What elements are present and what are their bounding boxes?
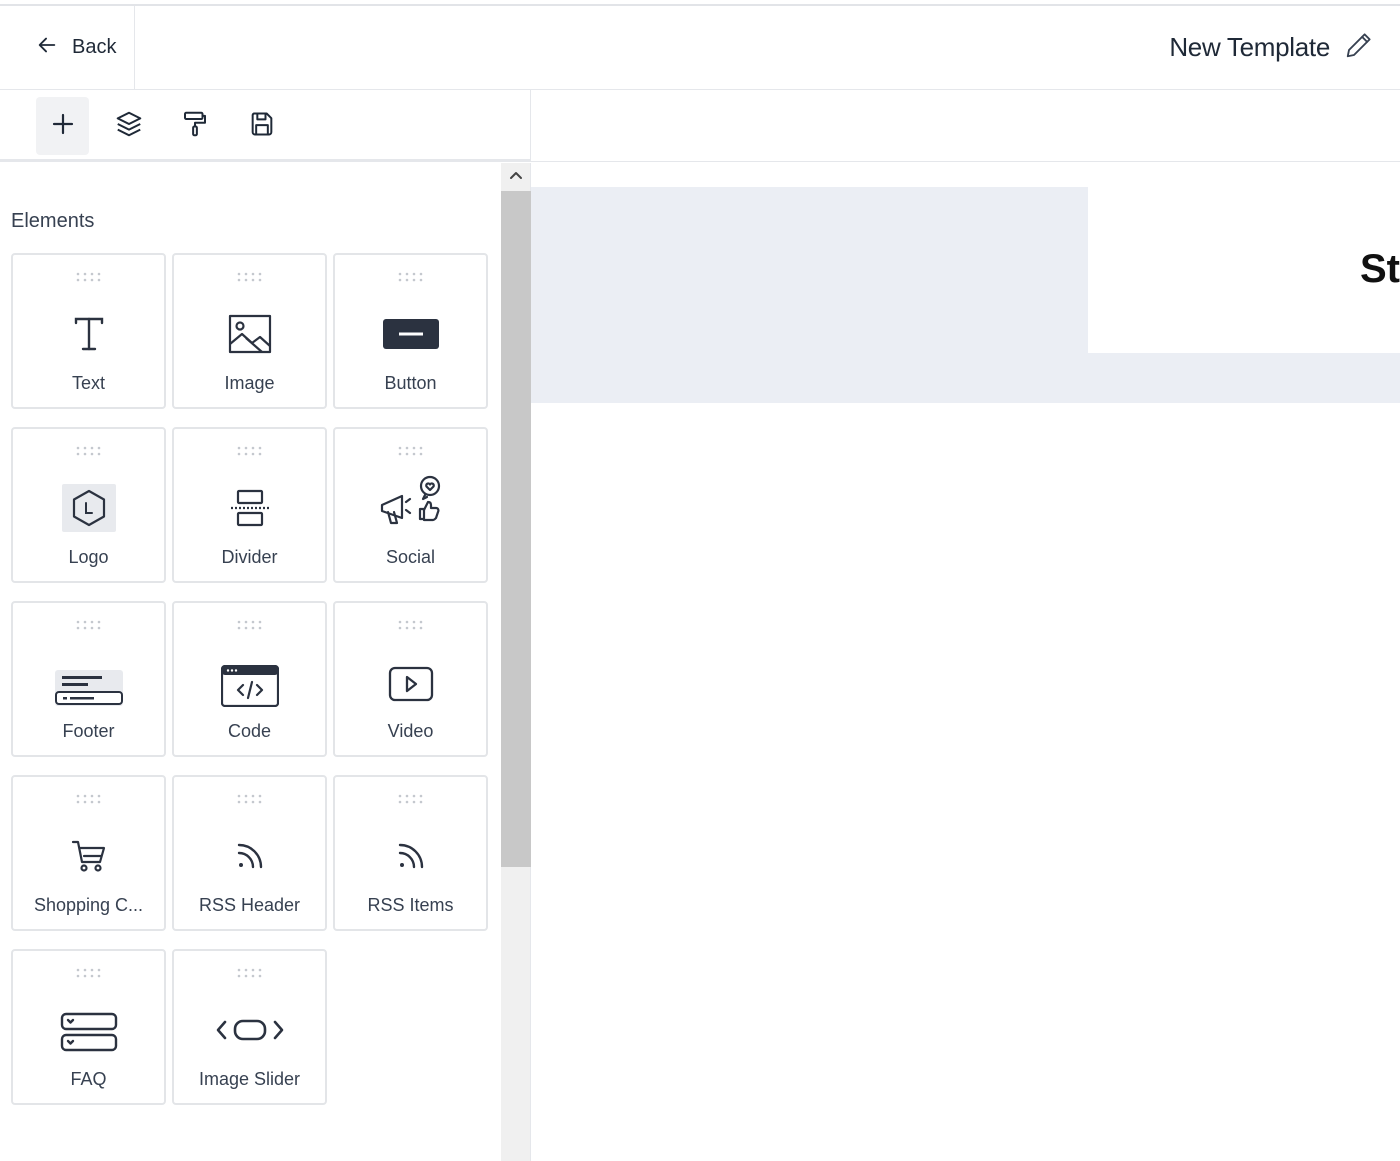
element-tile-faq[interactable]: FAQ — [11, 949, 166, 1105]
element-tile-logo[interactable]: Logo — [11, 427, 166, 583]
floppy-disk-icon — [248, 110, 276, 143]
element-label: Image Slider — [198, 1069, 301, 1089]
layers-icon — [114, 109, 144, 144]
social-icon — [335, 473, 486, 533]
email-canvas[interactable]: St — [531, 163, 1400, 1161]
arrow-left-icon — [36, 34, 58, 61]
back-label: Back — [72, 36, 117, 58]
element-tile-text[interactable]: Text — [11, 253, 166, 409]
text-icon — [13, 309, 164, 359]
element-tile-image[interactable]: Image — [172, 253, 327, 409]
elements-section-title: Elements — [11, 210, 95, 232]
element-label: Divider — [221, 547, 278, 567]
divider-icon — [174, 483, 325, 533]
element-tile-footer[interactable]: Footer — [11, 601, 166, 757]
styles-button[interactable] — [168, 97, 221, 155]
scroll-up-button[interactable] — [501, 163, 531, 189]
layers-button[interactable] — [102, 97, 155, 155]
panel-toolbar — [0, 90, 531, 162]
logo-icon — [13, 483, 164, 533]
pencil-icon[interactable] — [1344, 30, 1374, 65]
element-tile-video[interactable]: Video — [333, 601, 488, 757]
footer-icon — [13, 663, 164, 713]
element-tile-image-slider[interactable]: Image Slider — [172, 949, 327, 1105]
drag-handle-icon — [76, 619, 102, 637]
canvas-toolbar — [531, 90, 1400, 162]
template-title: New Template — [1169, 32, 1330, 62]
drag-handle-icon — [76, 793, 102, 811]
element-tile-shopping-cart[interactable]: Shopping C... — [11, 775, 166, 931]
drag-handle-icon — [237, 445, 263, 463]
element-label: Code — [227, 721, 272, 741]
save-button[interactable] — [235, 97, 288, 155]
shopping-cart-icon — [13, 831, 164, 881]
scroll-thumb[interactable] — [501, 191, 531, 867]
element-tile-rss-header[interactable]: RSS Header — [172, 775, 327, 931]
drag-handle-icon — [237, 793, 263, 811]
drag-handle-icon — [76, 271, 102, 289]
image-slider-icon — [174, 1005, 325, 1055]
element-tile-code[interactable]: Code — [172, 601, 327, 757]
chevron-up-icon — [509, 167, 523, 185]
drag-handle-icon — [398, 271, 424, 289]
code-icon — [174, 661, 325, 711]
rss-icon — [335, 831, 486, 881]
elements-panel-scrollbar[interactable] — [501, 163, 531, 1161]
image-icon — [174, 309, 325, 359]
element-label: Video — [387, 721, 434, 741]
drag-handle-icon — [237, 619, 263, 637]
paint-roller-icon — [180, 109, 210, 144]
element-label: Button — [384, 373, 437, 393]
drag-handle-icon — [237, 967, 263, 985]
element-tile-divider[interactable]: Divider — [172, 427, 327, 583]
plus-icon — [51, 112, 75, 141]
element-label: RSS Header — [198, 895, 301, 915]
elements-panel: Elements Text Image Button Logo Divider … — [0, 163, 501, 1161]
element-tile-social[interactable]: Social — [333, 427, 488, 583]
template-title-editor[interactable]: New Template — [1169, 6, 1374, 89]
element-label: RSS Items — [367, 895, 454, 915]
element-label: Image — [224, 373, 275, 393]
drag-handle-icon — [76, 967, 102, 985]
element-tile-rss-items[interactable]: RSS Items — [333, 775, 488, 931]
back-button[interactable]: Back — [0, 6, 135, 89]
drag-handle-icon — [398, 619, 424, 637]
canvas-header-block[interactable]: St — [1088, 187, 1400, 353]
add-elements-button[interactable] — [36, 97, 89, 155]
button-icon — [335, 309, 486, 359]
drag-handle-icon — [237, 271, 263, 289]
faq-icon — [13, 1007, 164, 1057]
drag-handle-icon — [398, 445, 424, 463]
element-label: Social — [385, 547, 436, 567]
video-icon — [335, 659, 486, 709]
rss-icon — [174, 831, 325, 881]
element-label: Footer — [62, 721, 115, 741]
element-label: FAQ — [70, 1069, 107, 1089]
element-tile-button[interactable]: Button — [333, 253, 488, 409]
element-label: Text — [71, 373, 105, 393]
element-label: Logo — [68, 547, 109, 567]
editor-header: Back New Template — [0, 6, 1400, 90]
drag-handle-icon — [76, 445, 102, 463]
drag-handle-icon — [398, 793, 424, 811]
element-label: Shopping C... — [33, 895, 144, 915]
canvas-header-text[interactable]: St — [1360, 247, 1400, 292]
